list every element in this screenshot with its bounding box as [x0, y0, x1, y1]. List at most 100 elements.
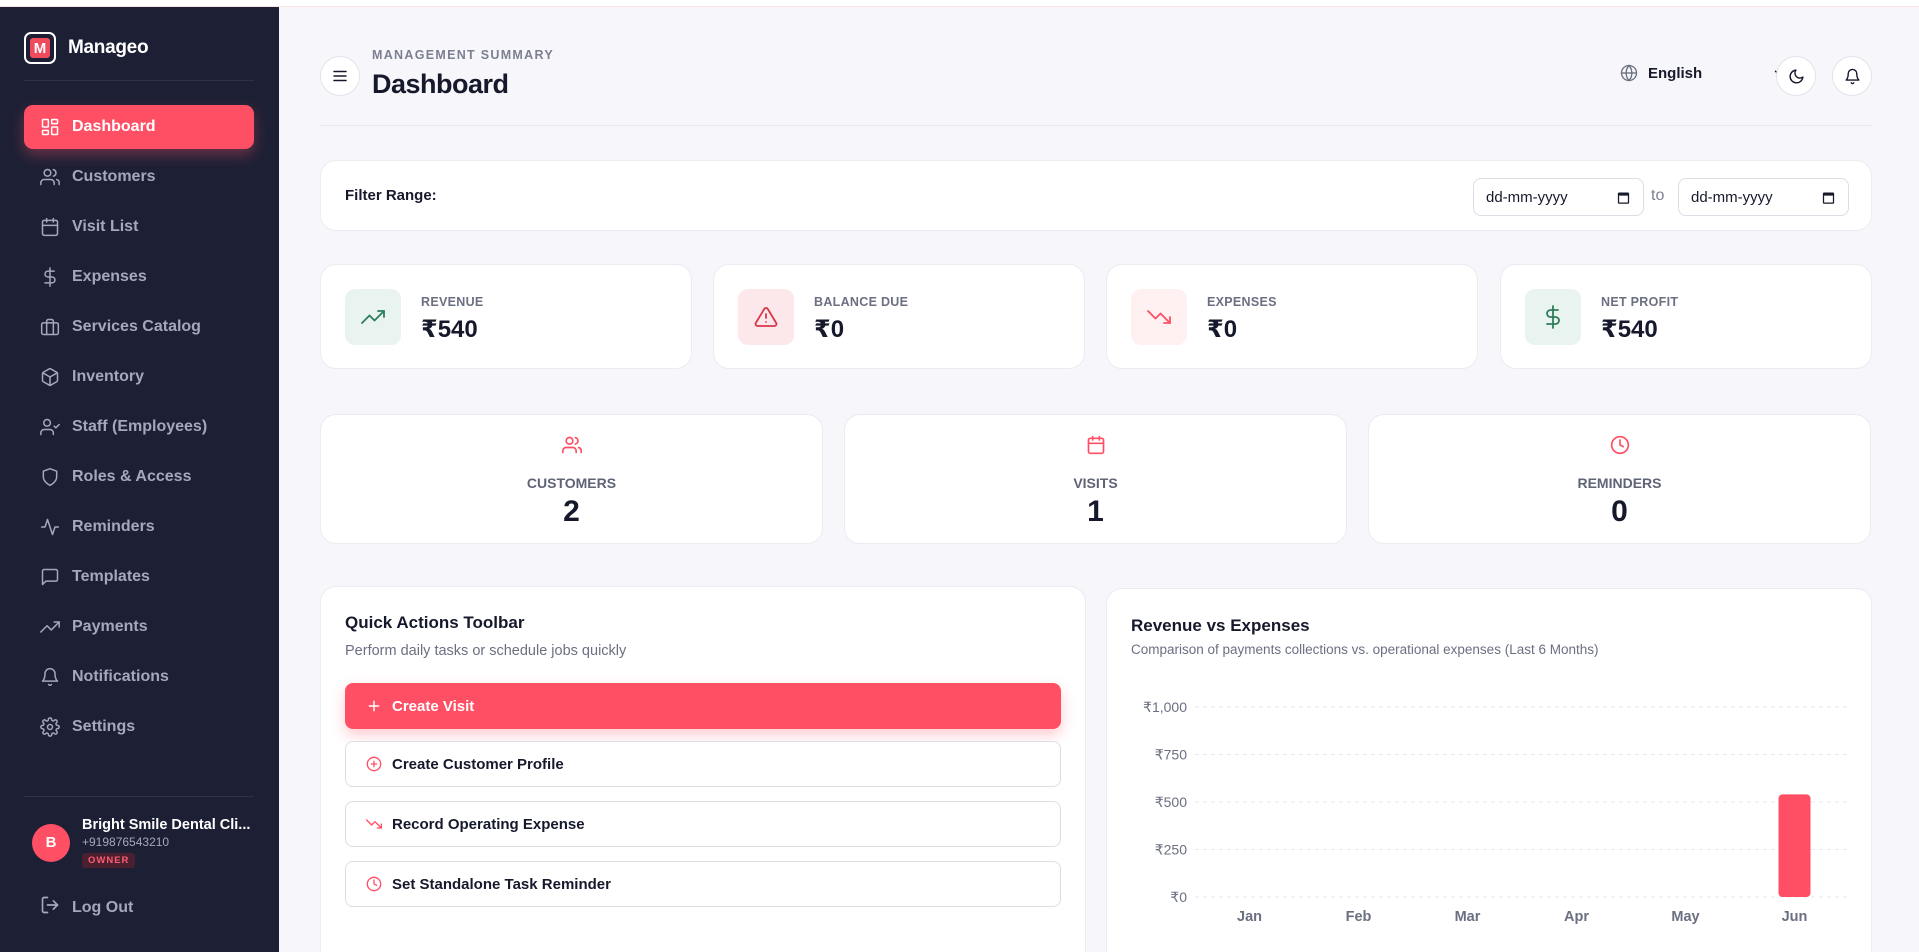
sidebar-item-label: Dashboard	[72, 118, 156, 135]
users-icon	[40, 167, 60, 187]
language-select[interactable]: English	[1620, 64, 1786, 82]
end-date-placeholder: dd-mm-yyyy	[1691, 188, 1773, 206]
start-date-input[interactable]: dd-mm-yyyy	[1473, 178, 1644, 216]
record-operating-expense-button[interactable]: Record Operating Expense	[345, 801, 1061, 847]
trending-up-icon	[40, 617, 60, 637]
menu-toggle-button[interactable]	[320, 56, 360, 96]
stat-value: ₹540	[1601, 316, 1658, 343]
count-label: REMINDERS	[1577, 475, 1662, 491]
balance-due-stat-card: BALANCE DUE ₹0	[713, 264, 1085, 369]
header-divider	[320, 125, 1872, 126]
language-value: English	[1648, 64, 1703, 82]
button-label: Record Operating Expense	[392, 815, 585, 833]
quick-actions-title: Quick Actions Toolbar	[345, 613, 525, 632]
sidebar-item-services-catalog[interactable]: Services Catalog	[24, 305, 254, 349]
sidebar-item-label: Services Catalog	[72, 318, 201, 335]
filter-range-card: Filter Range: dd-mm-yyyy to dd-mm-yyyy	[320, 160, 1872, 231]
sidebar-item-label: Roles & Access	[72, 468, 192, 485]
sidebar-item-expenses[interactable]: Expenses	[24, 255, 254, 299]
brand-logo-icon: M	[24, 32, 56, 64]
sidebar-item-label: Notifications	[72, 668, 169, 685]
create-visit-button[interactable]: Create Visit	[345, 683, 1061, 729]
user-name: Bright Smile Dental Cli...	[82, 817, 251, 833]
start-date-placeholder: dd-mm-yyyy	[1486, 188, 1568, 206]
sidebar-item-payments[interactable]: Payments	[24, 605, 254, 649]
count-label: CUSTOMERS	[526, 475, 617, 491]
stat-label: EXPENSES	[1207, 295, 1277, 309]
logout-button[interactable]: Log Out	[40, 895, 133, 920]
count-label: VISITS	[1073, 475, 1118, 491]
sidebar-item-reminders[interactable]: Reminders	[24, 505, 254, 549]
sidebar-item-staff-employees[interactable]: Staff (Employees)	[24, 405, 254, 449]
user-profile[interactable]: B Bright Smile Dental Cli... +9198765432…	[32, 817, 254, 868]
filter-range-label: Filter Range:	[345, 187, 437, 204]
briefcase-icon	[40, 317, 60, 337]
sidebar-item-label: Staff (Employees)	[72, 418, 208, 435]
sidebar-item-settings[interactable]: Settings	[24, 705, 254, 749]
create-customer-profile-button[interactable]: Create Customer Profile	[345, 741, 1061, 787]
calendar-icon[interactable]	[1821, 190, 1836, 205]
sidebar-item-label: Settings	[72, 718, 136, 735]
sidebar-item-label: Inventory	[72, 368, 145, 385]
page-header: MANAGEMENT SUMMARY Dashboard English	[320, 48, 1872, 126]
dollar-icon	[1525, 289, 1581, 345]
top-edge	[0, 0, 1919, 7]
bar	[1778, 794, 1811, 897]
dollar-icon	[40, 267, 60, 287]
sidebar-item-notifications[interactable]: Notifications	[24, 655, 254, 699]
trending-down-icon	[1131, 289, 1187, 345]
sidebar-item-templates[interactable]: Templates	[24, 555, 254, 599]
expenses-stat-card: EXPENSES ₹0	[1106, 264, 1478, 369]
clock-icon	[366, 876, 382, 892]
stat-label: REVENUE	[421, 295, 484, 309]
button-label: Set Standalone Task Reminder	[392, 875, 611, 893]
count-value: 2	[563, 495, 580, 528]
x-tick-label: Feb	[1346, 909, 1372, 925]
end-date-input[interactable]: dd-mm-yyyy	[1678, 178, 1849, 216]
sidebar-item-label: Templates	[72, 568, 150, 585]
revenue-expenses-card: Revenue vs Expenses Comparison of paymen…	[1106, 588, 1872, 952]
clock-icon	[1369, 435, 1870, 455]
revenue-expenses-chart: ₹0 ₹250 ₹500 ₹750 ₹1,000 Jan Feb Mar Apr May Jun	[1143, 699, 1849, 925]
calendar-icon[interactable]	[1616, 190, 1631, 205]
sidebar-nav: Dashboard Customers Visit List Expenses Serv…	[24, 105, 254, 755]
sidebar-item-visit-list[interactable]: Visit List	[24, 205, 254, 249]
stat-value: ₹0	[1207, 316, 1238, 343]
to-label: to	[1651, 187, 1665, 204]
menu-icon	[333, 70, 347, 82]
brand[interactable]: M Manageo	[24, 32, 149, 64]
x-tick-label: Jun	[1782, 909, 1808, 925]
plus-icon	[368, 700, 380, 712]
alert-triangle-icon	[738, 289, 794, 345]
sidebar-item-label: Reminders	[72, 518, 155, 535]
globe-icon	[1620, 64, 1638, 82]
set-task-reminder-button[interactable]: Set Standalone Task Reminder	[345, 861, 1061, 907]
reminders-count-card[interactable]: REMINDERS 0	[1368, 414, 1871, 544]
customers-count-card[interactable]: CUSTOMERS 2	[320, 414, 823, 544]
sidebar-item-label: Customers	[72, 168, 156, 185]
y-tick-label: ₹500	[1155, 794, 1187, 810]
users-icon	[321, 435, 822, 455]
x-tick-label: Jan	[1237, 909, 1262, 925]
bell-icon	[40, 667, 60, 687]
sidebar-item-customers[interactable]: Customers	[24, 155, 254, 199]
visits-count-card[interactable]: VISITS 1	[844, 414, 1347, 544]
stat-label: BALANCE DUE	[814, 295, 909, 309]
x-tick-label: Mar	[1455, 909, 1481, 925]
user-phone: +919876543210	[82, 835, 170, 849]
count-value: 1	[1087, 495, 1104, 528]
x-tick-label: May	[1671, 909, 1699, 925]
sidebar-item-dashboard[interactable]: Dashboard	[24, 105, 254, 149]
notifications-button[interactable]	[1832, 56, 1872, 96]
button-label: Create Visit	[392, 697, 475, 715]
theme-toggle-button[interactable]	[1776, 56, 1816, 96]
gear-icon	[40, 717, 60, 737]
sidebar-item-roles-access[interactable]: Roles & Access	[24, 455, 254, 499]
sidebar-item-inventory[interactable]: Inventory	[24, 355, 254, 399]
page-eyebrow: MANAGEMENT SUMMARY	[372, 48, 554, 62]
sidebar-item-label: Payments	[72, 618, 148, 635]
plus-circle-icon	[366, 756, 382, 772]
button-label: Create Customer Profile	[392, 755, 564, 773]
sidebar-item-label: Expenses	[72, 268, 147, 285]
grid-icon	[40, 117, 60, 137]
